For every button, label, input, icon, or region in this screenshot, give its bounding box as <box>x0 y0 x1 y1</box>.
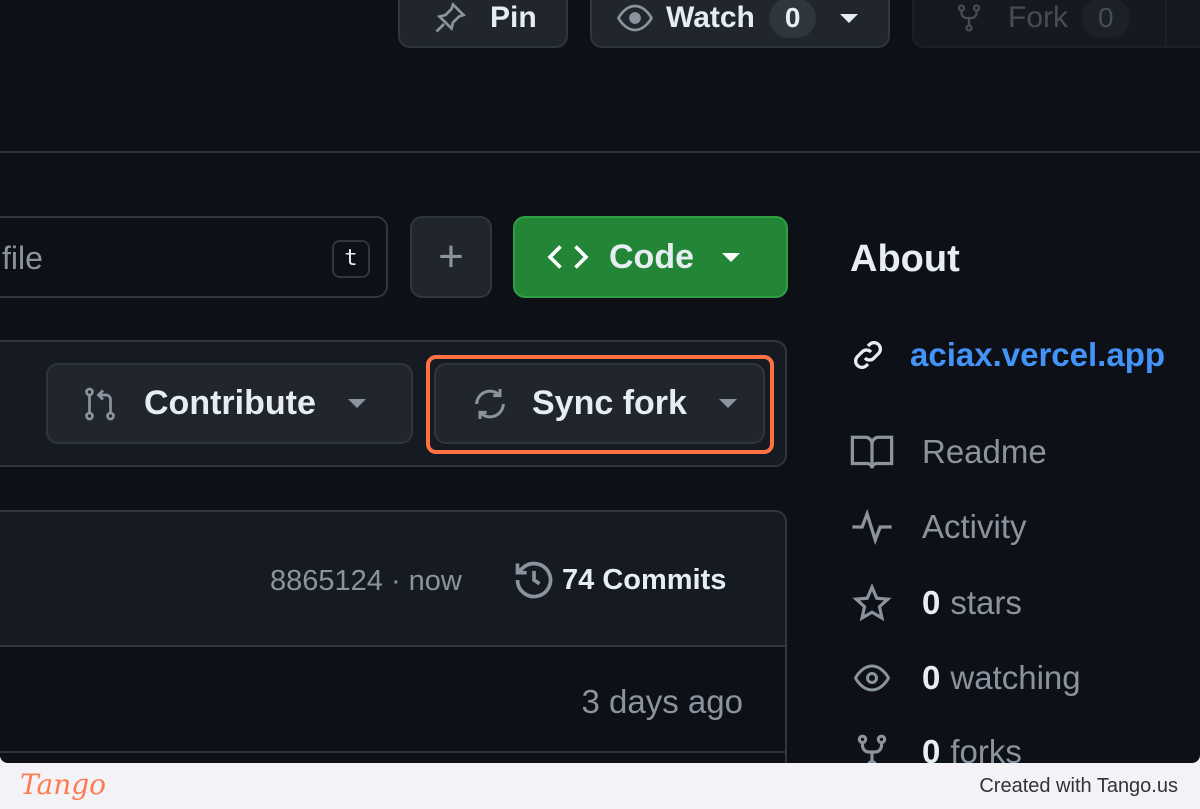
link-icon <box>854 341 882 369</box>
eye-icon <box>616 4 654 32</box>
forks-count: 0 <box>922 733 941 763</box>
divider <box>1165 0 1167 46</box>
caret-down-icon <box>718 399 737 408</box>
pulse-icon <box>852 509 892 545</box>
watch-count: 0 <box>768 0 817 38</box>
activity-label: Activity <box>922 508 1027 545</box>
about-title: About <box>850 238 960 280</box>
watch-label: Watch <box>666 1 755 34</box>
code-label: Code <box>609 237 694 276</box>
github-repo-page: Pin Watch 0 Fork 0 file t + Code Contrib… <box>0 0 1200 763</box>
go-to-file-input[interactable]: file t <box>0 216 388 298</box>
code-button[interactable]: Code <box>513 216 788 298</box>
watching-label: watching <box>950 659 1081 696</box>
fork-count: 0 <box>1082 0 1130 38</box>
watching-link[interactable]: 0 watching <box>850 659 1081 697</box>
file-list: 8865124 · now 74 Commits 3 days ago <box>0 510 787 763</box>
watching-count: 0 <box>922 659 941 696</box>
contribute-button[interactable]: Contribute <box>46 363 413 444</box>
sync-fork-button[interactable]: Sync fork <box>434 363 765 444</box>
history-icon <box>515 561 553 599</box>
stars-count: 0 <box>922 584 941 621</box>
star-icon <box>852 584 892 622</box>
caret-down-icon <box>722 252 740 262</box>
fork-button[interactable]: Fork 0 <box>912 0 1200 48</box>
search-placeholder: file <box>2 240 43 276</box>
fork-label: Fork <box>1008 1 1068 34</box>
readme-link[interactable]: Readme <box>850 433 1047 471</box>
commit-hash-time[interactable]: 8865124 · now <box>270 565 462 598</box>
forks-label: forks <box>950 733 1022 763</box>
code-icon <box>547 245 589 269</box>
sync-fork-label: Sync fork <box>532 384 687 422</box>
stars-label: stars <box>950 584 1022 621</box>
pin-icon <box>435 2 466 33</box>
link-text: aciax.vercel.app <box>910 336 1166 373</box>
tango-logo: Tango <box>20 768 107 801</box>
contribute-label: Contribute <box>144 384 316 422</box>
website-link[interactable]: aciax.vercel.app <box>850 336 1165 374</box>
file-row[interactable]: 3 days ago <box>0 647 785 753</box>
shortcut-key: t <box>332 240 370 278</box>
stars-link[interactable]: 0 stars <box>850 584 1022 622</box>
eye-icon <box>853 664 891 692</box>
forks-link[interactable]: 0 forks <box>850 733 1022 763</box>
header-divider <box>0 151 1200 153</box>
readme-label: Readme <box>922 433 1047 470</box>
latest-commit-row: 8865124 · now 74 Commits <box>0 512 785 647</box>
commit-count: 74 Commits <box>562 563 727 596</box>
pin-button[interactable]: Pin <box>398 0 568 48</box>
book-icon <box>850 435 894 469</box>
fork-icon <box>857 734 887 763</box>
file-row-time: 3 days ago <box>581 683 743 720</box>
caret-down-icon <box>840 13 859 23</box>
watch-button[interactable]: Watch 0 <box>590 0 890 48</box>
caret-down-icon <box>347 399 366 408</box>
sync-icon <box>475 388 505 419</box>
plus-icon: + <box>438 232 464 281</box>
commits-link[interactable]: 74 Commits <box>512 558 726 602</box>
footer-credit: Created with Tango.us <box>979 775 1178 797</box>
pull-request-icon <box>85 387 115 420</box>
add-file-button[interactable]: + <box>410 216 492 298</box>
pin-label: Pin <box>490 1 537 34</box>
fork-icon <box>957 4 981 32</box>
activity-link[interactable]: Activity <box>850 508 1027 546</box>
